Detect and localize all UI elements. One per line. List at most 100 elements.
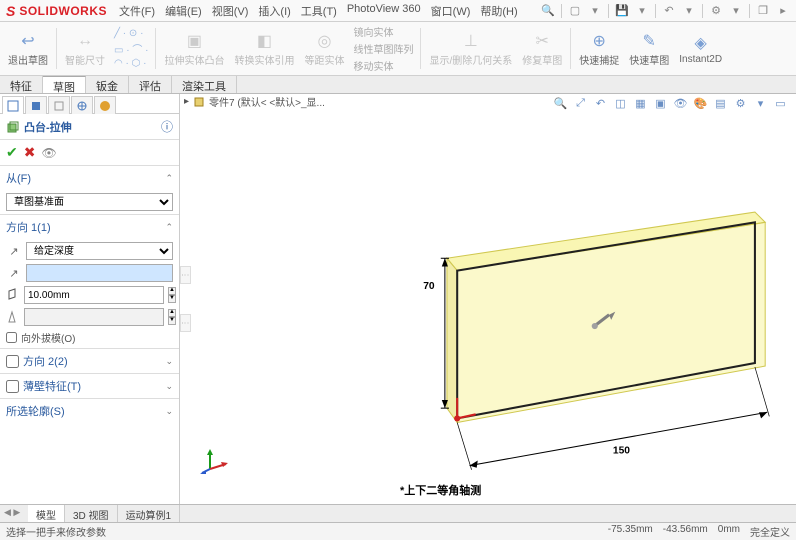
dir1-header[interactable]: 方向 1(1)⌃ [0, 215, 179, 239]
app-brand: SOLIDWORKS [19, 4, 107, 18]
more-icon[interactable]: ▾ [729, 4, 743, 18]
status-coord-x: -75.35mm [608, 524, 653, 539]
new-doc-icon[interactable]: ▢ [568, 4, 582, 18]
menu-edit[interactable]: 编辑(E) [161, 1, 206, 21]
save-icon[interactable]: 💾 [615, 4, 629, 18]
instant2d-button[interactable]: ◈ Instant2D [675, 24, 726, 73]
dimension-height[interactable]: 70 [423, 258, 449, 408]
dimxpert-icon [76, 100, 88, 112]
property-icon [30, 100, 42, 112]
menu-file[interactable]: 文件(F) [115, 1, 159, 21]
extrude-button[interactable]: ▣ 拉伸实体凸台 [160, 24, 228, 73]
contours-header[interactable]: 所选轮廓(S)⌄ [0, 399, 179, 423]
print-icon[interactable]: ▾ [635, 4, 649, 18]
panel-tab-dim[interactable] [71, 96, 93, 114]
detail-preview-icon[interactable]: 👁 [41, 146, 56, 160]
pm-section-dir2: 方向 2(2)⌄ [0, 348, 179, 373]
tab-evaluate[interactable]: 评估 [129, 76, 172, 93]
quick-sketch-button[interactable]: ✎ 快速草图 [625, 24, 673, 73]
search-icon[interactable]: 🔍 [541, 4, 555, 18]
panel-tab-property[interactable] [25, 96, 47, 114]
sketch-tools-col: ╱ · ⊙ · ▭ · ⌒ · ◠ · ⬡ · [111, 24, 151, 73]
direction-ref-input[interactable] [26, 264, 173, 282]
help-icon[interactable]: ⓘ [161, 118, 173, 135]
menu-help[interactable]: 帮助(H) [476, 1, 521, 21]
config-icon [53, 100, 65, 112]
exit-sketch-icon: ↩ [17, 30, 39, 52]
menu-tools[interactable]: 工具(T) [297, 1, 341, 21]
pm-title: 凸台-拉伸 [24, 119, 161, 135]
draft-icon[interactable] [6, 309, 20, 325]
ok-button[interactable]: ✔ [6, 144, 18, 161]
pm-section-thin: 薄壁特征(T)⌄ [0, 373, 179, 398]
menu-window[interactable]: 窗口(W) [427, 1, 475, 21]
open-icon[interactable]: ▾ [588, 4, 602, 18]
menu-photoview[interactable]: PhotoView 360 [343, 1, 425, 21]
arc-tool-icon[interactable]: ◠ · ⬡ · [111, 57, 151, 70]
view-triad[interactable] [200, 444, 230, 474]
offset-button[interactable]: ◎ 等距实体 [300, 24, 348, 73]
cancel-button[interactable]: ✖ [24, 144, 36, 161]
relations-button[interactable]: ⊥ 显示/删除几何关系 [425, 24, 516, 73]
pattern-col: 镜向实体 线性草图阵列 移动实体 [350, 24, 416, 73]
linear-pattern-tool[interactable]: 线性草图阵列 [350, 40, 416, 57]
doc-tab-motion[interactable]: 运动算例1 [118, 505, 181, 522]
tab-sheetmetal[interactable]: 钣金 [86, 76, 129, 93]
trim-button[interactable]: ✂ 修复草图 [518, 24, 566, 73]
instant2d-icon: ◈ [690, 32, 712, 54]
chevron-down-icon: ⌄ [165, 381, 173, 392]
from-select[interactable]: 草图基准面 [6, 193, 173, 211]
tab-render[interactable]: 渲染工具 [172, 76, 237, 93]
graphics-viewport[interactable]: ⋮ ⋮ ▸ 零件7 (默认< <默认>_显... 🔍 ⤢ ↶ ◫ ▦ ▣ 👁 🎨… [180, 94, 796, 504]
pm-ok-cancel: ✔ ✖ 👁 [0, 140, 179, 165]
draft-input[interactable] [24, 308, 164, 326]
panel-tab-feature-tree[interactable] [2, 96, 24, 114]
mirror-tool[interactable]: 镜向实体 [350, 23, 416, 40]
view-orientation-label: *上下二等角轴测 [400, 482, 481, 498]
menu-insert[interactable]: 插入(I) [254, 1, 294, 21]
draft-outward-checkbox[interactable] [6, 332, 17, 343]
restore-icon[interactable]: ❐ [756, 4, 770, 18]
convert-icon: ◧ [253, 30, 275, 52]
dir2-enable-checkbox[interactable] [6, 355, 19, 368]
menu-view[interactable]: 视图(V) [208, 1, 253, 21]
depth-input[interactable] [24, 286, 164, 304]
close-icon[interactable]: ▸ [776, 4, 790, 18]
tab-sketch[interactable]: 草图 [43, 76, 86, 93]
from-header[interactable]: 从(F)⌃ [0, 166, 179, 190]
extrude-feature-icon [6, 120, 20, 134]
exit-sketch-button[interactable]: ↩ 退出草图 [4, 24, 52, 73]
chevron-down-icon: ⌄ [165, 406, 173, 417]
thin-enable-checkbox[interactable] [6, 380, 19, 393]
rect-tool-icon[interactable]: ▭ · ⌒ · [111, 40, 151, 57]
redo-icon[interactable]: ▾ [682, 4, 696, 18]
panel-tab-config[interactable] [48, 96, 70, 114]
draft-spinner[interactable]: ▲▼ [168, 309, 176, 325]
tab-features[interactable]: 特征 [0, 76, 43, 93]
status-coord-y: -43.56mm [663, 524, 708, 539]
end-condition-select[interactable]: 给定深度 [26, 242, 173, 260]
doc-tab-model[interactable]: 模型 [28, 505, 65, 522]
undo-icon[interactable]: ↶ [662, 4, 676, 18]
dir2-header[interactable]: 方向 2(2)⌄ [0, 349, 179, 373]
quick-snap-button[interactable]: ⊕ 快速捕捉 [575, 24, 623, 73]
doc-tab-3dview[interactable]: 3D 视图 [65, 505, 118, 522]
depth-spinner[interactable]: ▲▼ [168, 287, 176, 303]
status-sketch-mode: 完全定义 [750, 524, 790, 539]
options-icon[interactable]: ⚙ [709, 4, 723, 18]
command-tabs: 特征 草图 钣金 评估 渲染工具 [0, 76, 796, 94]
pm-header: 凸台-拉伸 ⓘ [0, 114, 179, 140]
thin-header[interactable]: 薄壁特征(T)⌄ [0, 374, 179, 398]
tab-nav-icons[interactable]: ◀ ▶ [4, 507, 20, 518]
move-tool[interactable]: 移动实体 [350, 57, 416, 74]
reverse-dir-icon[interactable]: ↗ [6, 243, 22, 259]
chevron-up-icon: ⌃ [165, 222, 173, 233]
chevron-down-icon: ⌄ [165, 356, 173, 367]
direction-icon[interactable]: ↗ [6, 265, 22, 281]
draft-outward-check[interactable]: 向外拔模(O) [6, 330, 173, 345]
convert-button[interactable]: ◧ 转换实体引用 [230, 24, 298, 73]
panel-tab-appearance[interactable] [94, 96, 116, 114]
trim-icon: ✂ [531, 30, 553, 52]
smart-dim-button[interactable]: ↔ 智能尺寸 [61, 24, 109, 73]
line-tool-icon[interactable]: ╱ · ⊙ · [111, 27, 151, 40]
